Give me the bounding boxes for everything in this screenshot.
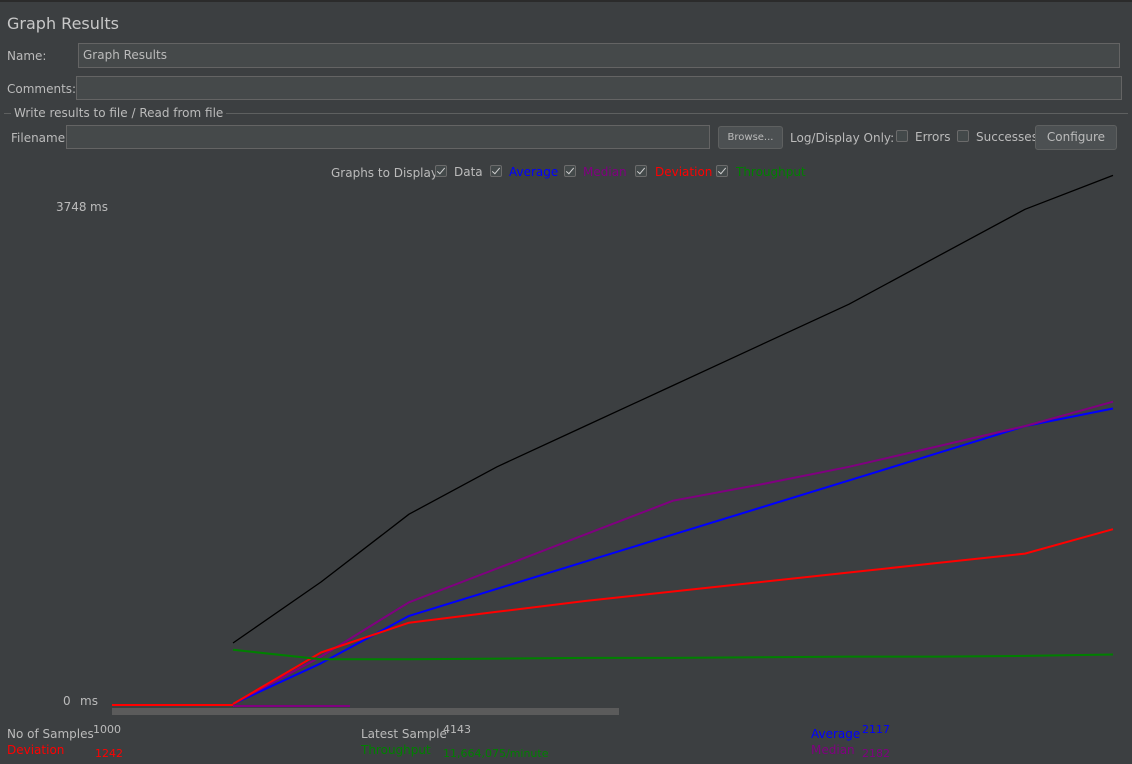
data-series-line [232,174,1114,644]
results-graph [112,174,1114,707]
deviation-stat-value: 1242 [95,747,123,760]
average-stat-value: 2117 [862,723,890,736]
throughput-stat-label: Throughput [361,743,431,757]
deviation-stat-label: Deviation [7,743,65,757]
latest-sample-label: Latest Sample [361,727,447,741]
samples-value: 1000 [93,723,121,736]
graph-results-panel: Graph Results Name: Graph Results Commen… [0,0,1132,764]
average-stat-label: Average [811,727,861,741]
throughput-series-line [232,648,1114,661]
samples-label: No of Samples [7,727,94,741]
graph-scrollbar[interactable] [112,708,619,715]
median-stat-value: 2182 [862,747,890,760]
median-stat-label: Median [811,743,855,757]
throughput-stat-value: 11,664,075/minute [443,747,549,760]
deviation-series-line [232,528,1114,705]
latest-sample-value: 4143 [443,723,471,736]
